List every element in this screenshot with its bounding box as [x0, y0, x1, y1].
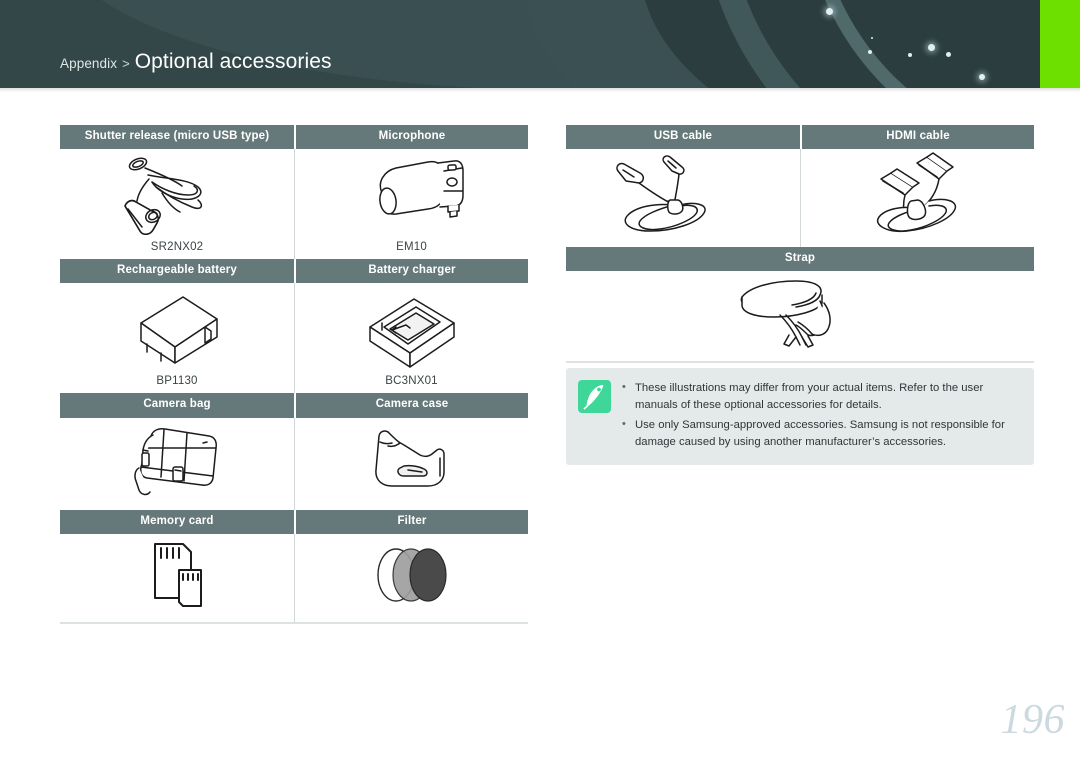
model-number: SR2NX02: [150, 241, 204, 254]
column-header-camera-bag: Camera bag: [60, 393, 294, 418]
breadcrumb: Appendix > Optional accessories: [60, 50, 332, 74]
cell-hdmi-cable: [800, 149, 1034, 248]
table-row: [566, 149, 1034, 248]
banner-sparkle-dot: [946, 52, 951, 57]
external-microphone-illustration: [295, 149, 528, 241]
column-header-camera-case: Camera case: [294, 393, 528, 418]
cell-microphone: EM10: [294, 149, 528, 260]
note-box: These illustrations may differ from your…: [566, 368, 1034, 465]
breadcrumb-separator: >: [122, 56, 130, 71]
column-header-filter: Filter: [294, 509, 528, 534]
battery-pack-illustration: [60, 283, 294, 375]
banner-shadow: [0, 88, 1080, 92]
cell-memory-card: [60, 534, 294, 622]
page-number: 196: [1000, 697, 1065, 743]
table-header-row: Shutter release (micro USB type) Microph…: [60, 125, 528, 150]
column-header-microphone: Microphone: [294, 125, 528, 150]
cell-filter: [294, 533, 528, 622]
table-row: [60, 417, 528, 510]
cell-rechargeable-battery: BP1130: [60, 283, 294, 393]
cell-camera-case: [294, 417, 528, 510]
page-title: Optional accessories: [134, 50, 332, 73]
banner-sparkle-dot: [868, 50, 872, 54]
table-header-row: Memory card Filter: [60, 509, 528, 534]
note-item: Use only Samsung-approved accessories. S…: [622, 416, 1020, 451]
usb-cable-illustration: [566, 149, 800, 241]
column-header-shutter-release: Shutter release (micro USB type): [60, 125, 294, 150]
cell-battery-charger: BC3NX01: [294, 283, 528, 394]
table-row: [566, 271, 1034, 361]
camera-case-illustration: [295, 418, 528, 504]
cell-shutter-release: SR2NX02: [60, 149, 294, 259]
note-list: These illustrations may differ from your…: [622, 379, 1020, 452]
note-item: These illustrations may differ from your…: [622, 379, 1020, 414]
memory-card-illustration: [60, 534, 294, 616]
banner-sparkle-dot: [928, 44, 935, 51]
camera-strap-illustration: [566, 271, 1034, 355]
table-row: SR2NX02 EM10: [60, 149, 528, 260]
note-pen-icon: [578, 380, 611, 413]
accessories-table-left: Shutter release (micro USB type) Microph…: [60, 125, 528, 624]
table-header-row: Strap: [566, 247, 1034, 272]
model-number: BP1130: [156, 375, 198, 388]
page-header-banner: Appendix > Optional accessories: [0, 0, 1080, 88]
cell-strap: [566, 271, 1034, 361]
column-header-battery-charger: Battery charger: [294, 259, 528, 284]
banner-sparkle-dot: [871, 37, 873, 39]
breadcrumb-parent: Appendix: [60, 56, 118, 71]
column-header-strap: Strap: [566, 247, 1034, 272]
banner-accent-bar: [1040, 0, 1080, 88]
model-number: BC3NX01: [385, 375, 438, 388]
banner-sparkle-dot: [826, 8, 833, 15]
accessories-table-right: USB cable HDMI cable Strap: [566, 125, 1034, 364]
table-bottom-rule: [60, 621, 528, 624]
column-header-rechargeable-battery: Rechargeable battery: [60, 259, 294, 284]
column-header-memory-card: Memory card: [60, 509, 294, 534]
column-header-usb-cable: USB cable: [566, 125, 800, 150]
lens-filter-illustration: [295, 534, 528, 616]
model-number: EM10: [396, 241, 427, 254]
column-header-hdmi-cable: HDMI cable: [800, 125, 1034, 150]
battery-charger-illustration: [295, 283, 528, 375]
cell-usb-cable: [566, 149, 800, 247]
table-header-row: Camera bag Camera case: [60, 393, 528, 418]
shutter-release-cable-illustration: [60, 149, 294, 241]
table-row: [60, 533, 528, 622]
table-header-row: USB cable HDMI cable: [566, 125, 1034, 150]
camera-bag-illustration: [60, 418, 294, 504]
table-row: BP1130 BC3NX01: [60, 283, 528, 394]
banner-sparkle-dot: [908, 53, 912, 57]
hdmi-cable-illustration: [801, 149, 1034, 241]
cell-camera-bag: [60, 418, 294, 510]
table-header-row: Rechargeable battery Battery charger: [60, 259, 528, 284]
banner-sparkle-dot: [979, 74, 985, 80]
table-bottom-rule: [566, 361, 1034, 364]
